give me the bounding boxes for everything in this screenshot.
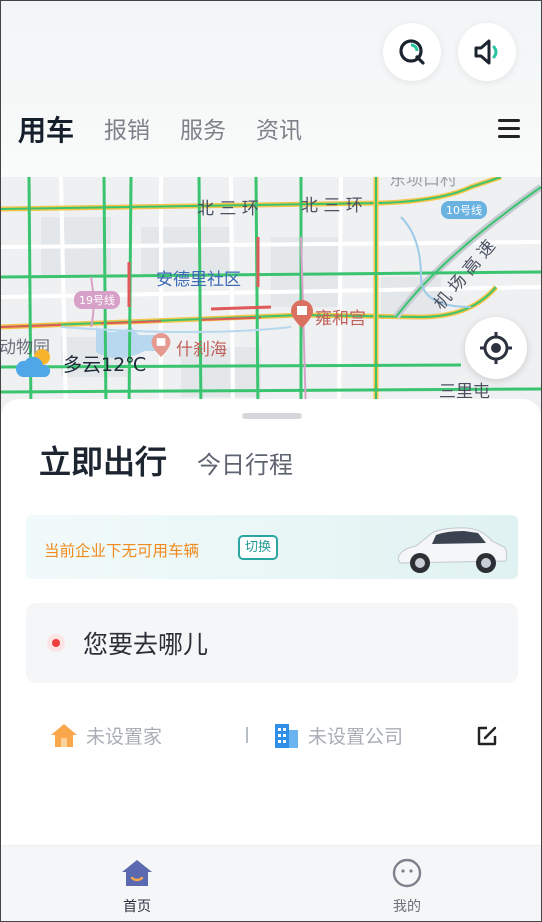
- sheet-tabs: 立即出行 今日行程: [39, 437, 293, 483]
- customer-service-icon: [399, 39, 425, 65]
- metro-line-19-badge: 19号线: [74, 291, 120, 309]
- bottom-nav: 首页 我的: [1, 845, 541, 921]
- company-address-button[interactable]: 未设置公司: [272, 711, 403, 759]
- map-label-north-ring: 北 三 环: [197, 199, 259, 219]
- map-label-top-cut: 东坝口村: [389, 177, 457, 190]
- home-address-label: 未设置家: [86, 725, 163, 748]
- weather-text: 多云12℃: [63, 353, 147, 376]
- map-label-shichahai: 什刹海: [176, 340, 227, 360]
- tab-service[interactable]: 服务: [180, 111, 226, 151]
- locate-button[interactable]: [465, 317, 527, 379]
- smiley-nav-icon: [392, 858, 422, 888]
- weather-widget: 多云12℃: [15, 345, 147, 381]
- bottom-sheet: 立即出行 今日行程 当前企业下无可用车辆 切换 您要去哪儿 未设置家 未设置公司: [1, 399, 541, 845]
- menu-button[interactable]: [498, 119, 522, 141]
- poi-marker-icon: [151, 333, 171, 357]
- tab-reimburse[interactable]: 报销: [104, 111, 150, 151]
- nav-home-label: 首页: [123, 899, 151, 915]
- home-nav-icon: [122, 860, 152, 886]
- quick-address-row: 未设置家 未设置公司: [26, 711, 518, 759]
- tab-go-now[interactable]: 立即出行: [39, 437, 167, 483]
- switch-button[interactable]: 切换: [238, 535, 279, 560]
- edit-address-button[interactable]: [476, 725, 498, 751]
- header: 用车 报销 服务 资讯: [1, 1, 541, 177]
- metro-line-10-badge: 10号线: [441, 201, 487, 219]
- no-vehicle-message: 当前企业下无可用车辆: [44, 542, 200, 560]
- destination-dot-icon: [47, 634, 65, 652]
- tab-car[interactable]: 用车: [18, 111, 74, 151]
- tab-today-trips[interactable]: 今日行程: [197, 445, 293, 480]
- building-icon: [275, 724, 298, 748]
- menu-icon: [498, 119, 522, 138]
- map-label-yonghegong: 雍和宫: [315, 309, 366, 329]
- divider: [246, 727, 248, 743]
- customer-service-button[interactable]: [383, 23, 441, 81]
- locate-icon: [480, 332, 512, 364]
- top-tabs: 用车 报销 服务 资讯: [18, 111, 332, 151]
- edit-icon: [477, 726, 497, 746]
- sheet-drag-handle[interactable]: [242, 413, 302, 419]
- destination-placeholder: 您要去哪儿: [83, 630, 209, 659]
- nav-mine-label: 我的: [393, 899, 421, 915]
- vehicle-banner: 当前企业下无可用车辆 切换: [26, 515, 518, 579]
- app-screen: 用车 报销 服务 资讯 东坝口村 北 三 环 北 三 环 10号线 安德里社区 …: [0, 0, 542, 922]
- tab-news[interactable]: 资讯: [256, 111, 302, 151]
- home-address-button[interactable]: 未设置家: [50, 711, 162, 759]
- destination-input[interactable]: 您要去哪儿: [26, 603, 518, 683]
- voice-broadcast-button[interactable]: [458, 23, 516, 81]
- map-label-north-ring-2: 北 三 环: [301, 196, 363, 216]
- poi-marker-icon: [291, 300, 313, 328]
- speaker-icon: [474, 39, 498, 65]
- partly-cloudy-icon: [15, 349, 51, 377]
- nav-mine[interactable]: 我的: [367, 858, 447, 916]
- map-label-area: 安德里社区: [156, 270, 241, 290]
- nav-home[interactable]: 首页: [97, 858, 177, 916]
- car-icon: [397, 527, 508, 573]
- company-address-label: 未设置公司: [308, 725, 404, 748]
- home-icon: [51, 724, 77, 747]
